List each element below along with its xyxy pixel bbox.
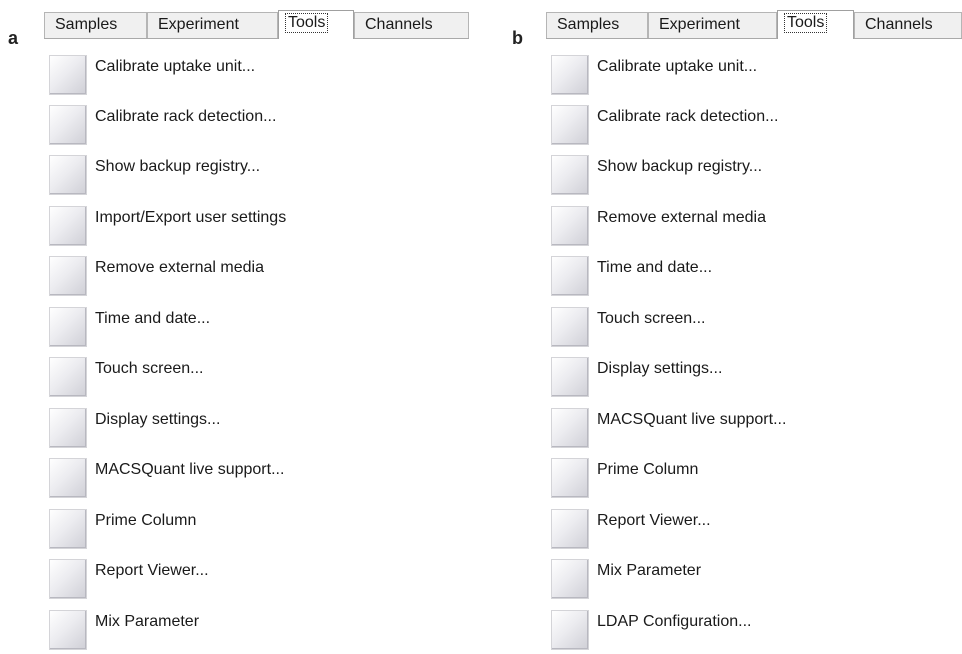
tab-tools[interactable]: Tools [278,10,354,39]
tool-button[interactable] [551,307,589,347]
tab-channels[interactable]: Channels [854,12,962,38]
tool-button[interactable] [49,307,87,347]
tool-button[interactable] [551,105,589,145]
tool-button[interactable] [49,559,87,599]
tab-experiment[interactable]: Experiment [147,12,278,38]
panel-letter: a [8,28,19,48]
tool-button[interactable] [551,206,589,246]
tab-bar: Samples Experiment Tools Channels [546,10,962,39]
tool-button[interactable] [49,408,87,448]
tab-samples[interactable]: Samples [546,12,648,38]
tool-button[interactable] [49,105,87,145]
tool-button[interactable] [551,408,589,448]
tool-button[interactable] [551,458,589,498]
tool-button[interactable] [49,610,87,650]
tab-experiment[interactable]: Experiment [648,12,777,38]
panel-a: a Samples Experiment Tools Channels Cali… [0,0,480,653]
tab-samples[interactable]: Samples [44,12,147,38]
tool-button[interactable] [551,256,589,296]
panel-b: b Samples Experiment Tools Channels Cali… [500,0,962,653]
tool-button[interactable] [551,610,589,650]
tool-button[interactable] [49,155,87,195]
tool-button[interactable] [49,458,87,498]
tool-button[interactable] [551,357,589,397]
tool-button[interactable] [551,559,589,599]
panel-letter: b [512,28,523,48]
tool-button[interactable] [551,509,589,549]
tool-button[interactable] [49,357,87,397]
tool-button[interactable] [551,55,589,95]
tool-button[interactable] [551,155,589,195]
tool-button[interactable] [49,206,87,246]
tool-button[interactable] [49,55,87,95]
tool-button[interactable] [49,509,87,549]
tab-tools[interactable]: Tools [777,10,854,39]
tool-button[interactable] [49,256,87,296]
tab-bar: Samples Experiment Tools Channels [44,10,469,39]
tab-channels[interactable]: Channels [354,12,469,38]
